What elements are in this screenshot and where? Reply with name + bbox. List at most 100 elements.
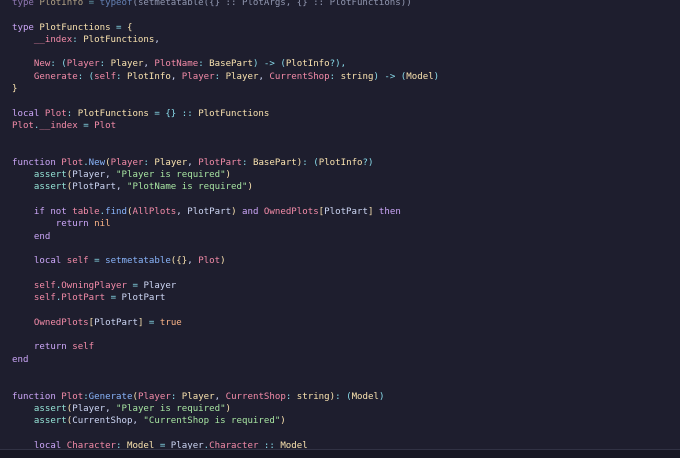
code-line[interactable] bbox=[0, 9, 680, 21]
code-token: Player bbox=[66, 59, 100, 70]
code-line[interactable]: self.OwningPlayer = Player bbox=[0, 280, 680, 292]
code-token: PlotFunctions bbox=[83, 34, 155, 45]
code-token: local bbox=[12, 108, 45, 119]
code-token: PlotInfo bbox=[285, 59, 330, 70]
code-line[interactable]: local Plot: PlotFunctions = {} :: PlotFu… bbox=[0, 108, 680, 120]
code-line[interactable]: } bbox=[0, 83, 680, 95]
code-line[interactable]: return self bbox=[0, 341, 680, 353]
code-line[interactable] bbox=[0, 427, 680, 439]
code-token: ) bbox=[225, 170, 232, 181]
code-token: and bbox=[236, 207, 264, 218]
code-token: string bbox=[296, 391, 330, 402]
code-editor[interactable]: type PlotInfo = typeof(setmetatable({} :… bbox=[0, 0, 680, 449]
code-line[interactable]: assert(Player, "Player is required") bbox=[0, 169, 680, 181]
code-token: PlotFunctions bbox=[198, 108, 270, 119]
code-token: Model bbox=[126, 440, 155, 449]
code-token: : bbox=[143, 157, 155, 168]
code-line[interactable] bbox=[0, 366, 680, 378]
code-line[interactable] bbox=[0, 95, 680, 107]
code-token: { bbox=[127, 22, 133, 33]
code-token: return bbox=[12, 219, 95, 230]
code-token: Model bbox=[280, 440, 308, 449]
code-token: CurrentShop bbox=[72, 416, 133, 427]
code-token: end bbox=[12, 354, 29, 365]
code-line[interactable]: local Character: Model = Player.Characte… bbox=[0, 440, 680, 449]
code-token: assert bbox=[12, 416, 67, 427]
code-token: = bbox=[83, 0, 100, 8]
code-token: : bbox=[66, 108, 78, 119]
code-token: (setmetatable({} :: PlotArgs, {} :: Plot… bbox=[132, 0, 412, 8]
code-line[interactable]: self.PlotPart = PlotPart bbox=[0, 292, 680, 304]
code-token: type bbox=[12, 0, 40, 8]
code-line[interactable]: Plot.__index = Plot bbox=[0, 120, 680, 132]
code-token: PlotPart bbox=[61, 293, 106, 304]
code-token: Player bbox=[154, 157, 188, 168]
code-token: true bbox=[159, 317, 182, 328]
code-line[interactable]: New: (Player: Player, PlotName: BasePart… bbox=[0, 58, 680, 70]
code-token: PlotPart bbox=[187, 207, 232, 218]
code-token: = bbox=[110, 22, 127, 33]
code-token: : bbox=[170, 391, 182, 402]
code-token: "PlotName is required" bbox=[127, 182, 248, 193]
code-token: PlotPart bbox=[72, 182, 117, 193]
code-token: PlotPart bbox=[94, 317, 138, 328]
code-line[interactable]: __index: PlotFunctions, bbox=[0, 34, 680, 46]
code-token: PlotPart bbox=[324, 207, 368, 218]
code-line[interactable] bbox=[0, 194, 680, 206]
code-token: self bbox=[12, 293, 56, 304]
code-line[interactable]: return nil bbox=[0, 218, 680, 230]
code-line[interactable]: Generate: (self: PlotInfo, Player: Playe… bbox=[0, 71, 680, 83]
code-token: self bbox=[94, 71, 117, 82]
code-line[interactable]: assert(Player, "Player is required") bbox=[0, 403, 680, 415]
code-token: ) -> ( bbox=[373, 71, 407, 82]
code-line[interactable]: type PlotFunctions = { bbox=[0, 22, 680, 34]
code-line[interactable] bbox=[0, 329, 680, 341]
code-token: : bbox=[99, 59, 111, 70]
code-token: Player bbox=[225, 71, 259, 82]
code-line[interactable]: local self = setmetatable({}, Plot) bbox=[0, 255, 680, 267]
code-token: OwnedPlots bbox=[12, 317, 89, 328]
code-token: Player bbox=[110, 59, 144, 70]
code-token: Plot bbox=[12, 120, 34, 131]
code-token: find bbox=[105, 207, 127, 218]
code-line[interactable] bbox=[0, 378, 680, 390]
code-token: , bbox=[187, 256, 199, 267]
code-token: ?), bbox=[329, 59, 347, 70]
code-line[interactable]: if not table.find(AllPlots, PlotPart) an… bbox=[0, 206, 680, 218]
code-line[interactable]: function Plot.New(Player: Player, PlotPa… bbox=[0, 157, 680, 169]
code-line[interactable] bbox=[0, 268, 680, 280]
code-token: BasePart bbox=[252, 157, 297, 168]
code-line[interactable] bbox=[0, 304, 680, 316]
code-token: ) bbox=[220, 256, 226, 267]
code-token: Player bbox=[143, 280, 177, 291]
code-line[interactable] bbox=[0, 132, 680, 144]
code-line[interactable]: type PlotInfo = typeof(setmetatable({} :… bbox=[0, 0, 680, 9]
code-token: assert bbox=[12, 182, 67, 193]
code-token: ) bbox=[433, 71, 440, 82]
code-token: = bbox=[154, 440, 171, 449]
code-token: Character bbox=[66, 440, 117, 449]
code-token: PlotFunctions bbox=[77, 108, 149, 119]
code-line[interactable]: function Plot:Generate(Player: Player, C… bbox=[0, 391, 680, 403]
code-line[interactable] bbox=[0, 243, 680, 255]
code-token: = {} :: bbox=[148, 108, 199, 119]
code-token: self bbox=[72, 342, 95, 353]
code-line[interactable]: end bbox=[0, 354, 680, 366]
code-token: {} bbox=[176, 256, 188, 267]
code-token: = bbox=[127, 280, 144, 291]
code-token: __index bbox=[39, 120, 78, 131]
code-line[interactable]: OwnedPlots[PlotPart] = true bbox=[0, 317, 680, 329]
code-token: : bbox=[116, 71, 127, 82]
code-line[interactable] bbox=[0, 46, 680, 58]
code-token: Player bbox=[72, 403, 106, 414]
code-line[interactable]: assert(PlotPart, "PlotName is required") bbox=[0, 181, 680, 193]
code-line[interactable]: assert(CurrentShop, "CurrentShop is requ… bbox=[0, 415, 680, 427]
code-token: : bbox=[329, 71, 341, 82]
code-line[interactable] bbox=[0, 145, 680, 157]
code-token: string bbox=[340, 71, 374, 82]
code-token: Generate bbox=[88, 391, 133, 402]
code-token: : ( bbox=[302, 157, 319, 168]
code-lines: type PlotInfo = typeof(setmetatable({} :… bbox=[0, 0, 680, 449]
code-line[interactable]: end bbox=[0, 231, 680, 243]
code-token: BasePart bbox=[209, 59, 253, 70]
